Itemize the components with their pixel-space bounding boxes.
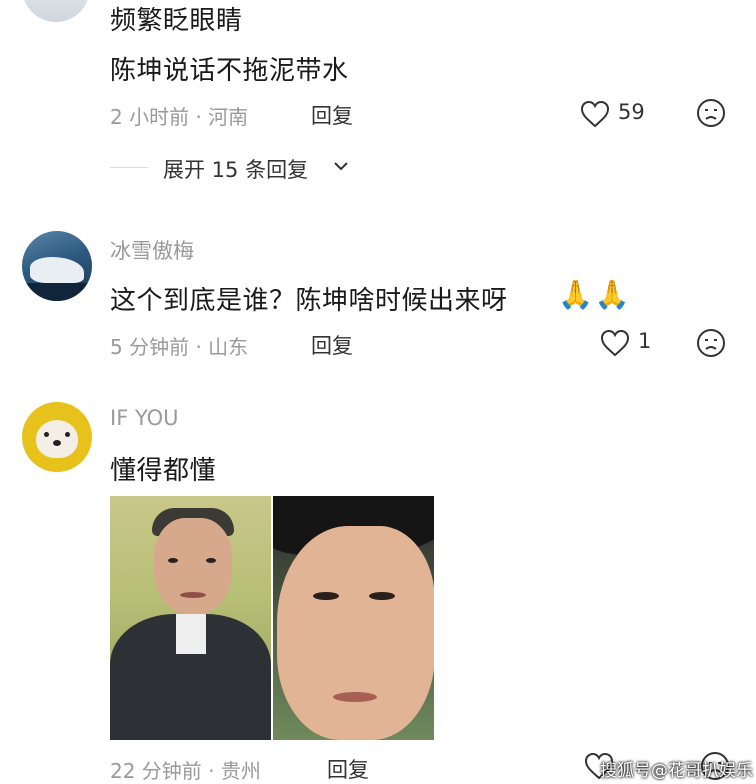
dislike-face-icon[interactable] (696, 328, 726, 358)
comment-1-text-line-2: 陈坤说话不拖泥带水 (110, 56, 349, 86)
avatar-commenter-1[interactable] (22, 0, 90, 22)
expand-divider (110, 167, 148, 168)
heart-icon[interactable] (580, 100, 610, 128)
portrait-left (110, 496, 271, 740)
comment-3-attached-image[interactable] (110, 496, 434, 740)
comment-1-like-count: 59 (618, 100, 645, 124)
dislike-face-icon[interactable] (696, 98, 726, 128)
avatar-commenter-2[interactable] (22, 231, 92, 301)
comment-3-reply-button[interactable]: 回复 (327, 754, 369, 784)
comment-2-time-location: 5 分钟前 · 山东 (110, 335, 249, 359)
comment-3-time-location: 22 分钟前 · 贵州 (110, 759, 261, 783)
comment-2-emoji: 🙏🙏 (558, 278, 632, 311)
chevron-down-icon[interactable] (333, 160, 349, 172)
watermark: 搜狐号@花哥扒娱乐 (600, 761, 753, 781)
comment-1-time-location: 2 小时前 · 河南 (110, 105, 249, 129)
comment-2-username[interactable]: 冰雪傲梅 (110, 235, 194, 265)
comment-3-text: 懂得都懂 (110, 456, 217, 486)
comment-2-like-count: 1 (638, 329, 652, 353)
avatar-commenter-3[interactable] (22, 402, 92, 472)
comment-2-reply-button[interactable]: 回复 (311, 330, 353, 360)
heart-icon[interactable] (600, 329, 630, 357)
comment-1-text-line-1: 频繁眨眼睛 (110, 6, 243, 36)
comment-1-reply-button[interactable]: 回复 (311, 100, 353, 130)
expand-replies-button[interactable]: 展开 15 条回复 (163, 154, 308, 184)
portrait-right (273, 496, 434, 740)
comment-2-text: 这个到底是谁？陈坤啥时候出来呀 (110, 286, 508, 316)
comment-3-username[interactable]: IF YOU (110, 406, 179, 430)
